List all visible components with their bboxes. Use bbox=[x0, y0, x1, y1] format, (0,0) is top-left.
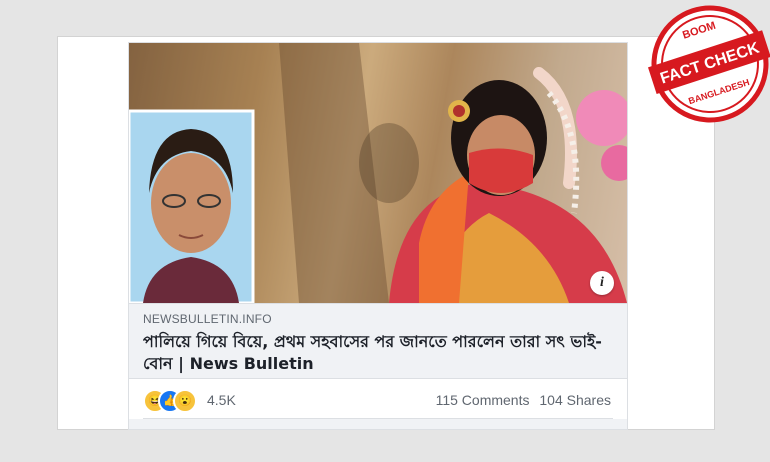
reaction-count[interactable]: 4.5K bbox=[207, 392, 236, 408]
post-stats-bar: 😆 👍 😮 4.5K 115 Comments 104 Shares bbox=[129, 379, 627, 419]
link-preview[interactable]: NEWSBULLETIN.INFO পালিয়ে গিয়ে বিয়ে, প… bbox=[129, 303, 627, 379]
link-headline[interactable]: পালিয়ে গিয়ে বিয়ে, প্রথম সহবাসের পর জা… bbox=[143, 331, 613, 375]
wow-reaction-icon: 😮 bbox=[173, 389, 197, 413]
shares-count[interactable]: 104 Shares bbox=[539, 392, 611, 408]
comments-shares: 115 Comments 104 Shares bbox=[430, 392, 611, 408]
facebook-post: i NEWSBULLETIN.INFO পালিয়ে গিয়ে বিয়ে,… bbox=[128, 42, 628, 430]
info-icon[interactable]: i bbox=[590, 271, 614, 295]
post-image[interactable]: i bbox=[129, 43, 627, 303]
comments-count[interactable]: 115 Comments bbox=[436, 392, 530, 408]
divider bbox=[143, 418, 613, 419]
link-domain: NEWSBULLETIN.INFO bbox=[143, 312, 272, 326]
wedding-photo bbox=[129, 43, 627, 303]
fact-check-stamp: BOOM FACT CHECK BANGLADESH bbox=[648, 5, 770, 123]
